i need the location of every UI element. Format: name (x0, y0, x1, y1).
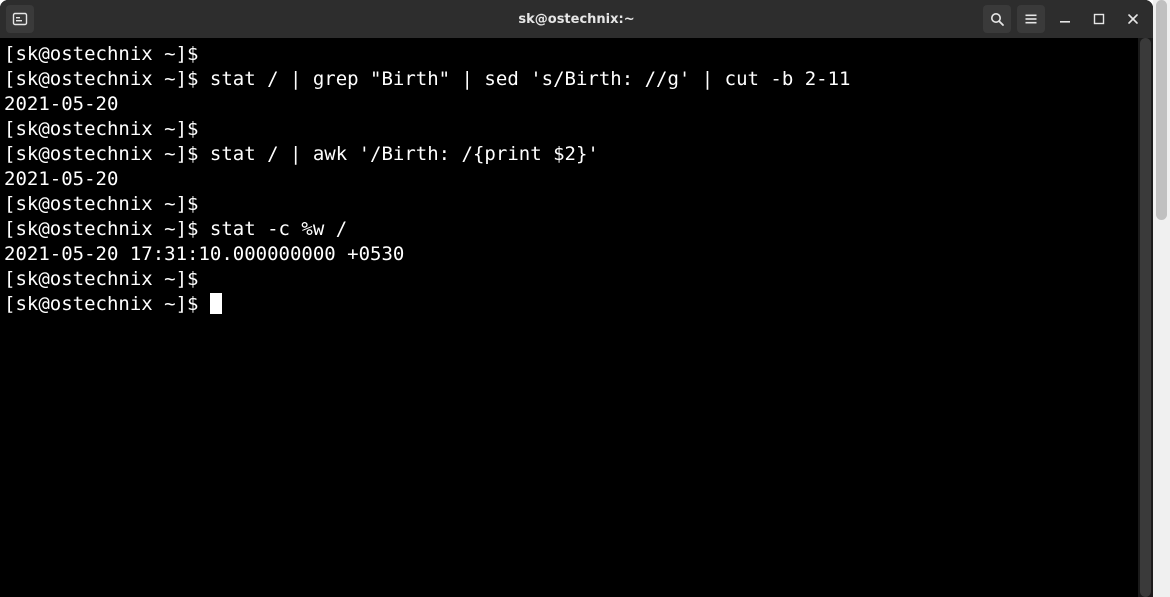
titlebar: sk@ostechnix:~ (0, 0, 1153, 38)
hamburger-icon (1023, 11, 1039, 27)
minimize-icon (1059, 13, 1071, 25)
maximize-icon (1093, 13, 1105, 25)
search-icon (989, 11, 1005, 27)
terminal-prompt-line: [sk@ostechnix ~]$ (4, 292, 1149, 317)
titlebar-left (6, 5, 34, 33)
page-scrollbar-thumb[interactable] (1156, 0, 1167, 220)
terminal-prompt-line: [sk@ostechnix ~]$ (4, 267, 1149, 292)
terminal-cursor (210, 293, 222, 314)
terminal-output-line: 2021-05-20 17:31:10.000000000 +0530 (4, 242, 1149, 267)
maximize-button[interactable] (1085, 5, 1113, 33)
close-icon (1127, 13, 1139, 25)
window-title: sk@ostechnix:~ (0, 12, 1153, 27)
terminal-prompt-line: [sk@ostechnix ~]$ stat / | grep "Birth" … (4, 67, 1149, 92)
page-scrollbar[interactable] (1153, 0, 1170, 597)
terminal-new-tab-icon (12, 11, 28, 27)
terminal-scrollbar[interactable] (1138, 38, 1153, 597)
titlebar-right (983, 5, 1147, 33)
terminal-prompt-line: [sk@ostechnix ~]$ (4, 42, 1149, 67)
terminal-content: [sk@ostechnix ~]$ [sk@ostechnix ~]$ stat… (4, 42, 1149, 317)
search-button[interactable] (983, 5, 1011, 33)
terminal-output-line: 2021-05-20 (4, 167, 1149, 192)
close-button[interactable] (1119, 5, 1147, 33)
terminal-viewport[interactable]: [sk@ostechnix ~]$ [sk@ostechnix ~]$ stat… (0, 38, 1153, 597)
terminal-prompt-line: [sk@ostechnix ~]$ stat / | awk '/Birth: … (4, 142, 1149, 167)
new-tab-button[interactable] (6, 5, 34, 33)
terminal-output-line: 2021-05-20 (4, 92, 1149, 117)
terminal-prompt-line: [sk@ostechnix ~]$ stat -c %w / (4, 217, 1149, 242)
hamburger-menu-button[interactable] (1017, 5, 1045, 33)
terminal-prompt-line: [sk@ostechnix ~]$ (4, 117, 1149, 142)
minimize-button[interactable] (1051, 5, 1079, 33)
terminal-prompt-line: [sk@ostechnix ~]$ (4, 192, 1149, 217)
terminal-window: sk@ostechnix:~ (0, 0, 1153, 597)
terminal-scrollbar-thumb[interactable] (1140, 38, 1151, 597)
